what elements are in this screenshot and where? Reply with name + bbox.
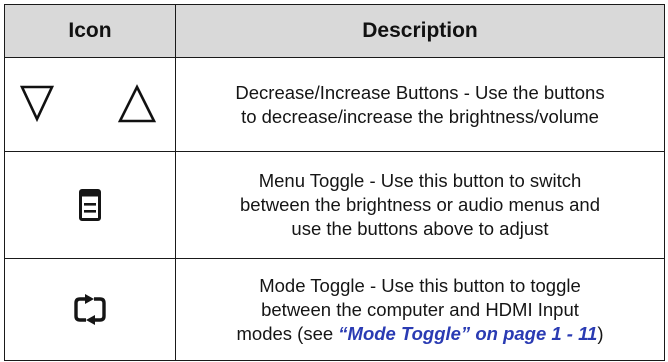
description-text: modes (see — [236, 322, 339, 344]
mode-toggle-page-link[interactable]: “Mode Toggle” on page 1 - 11 — [338, 323, 597, 344]
description-line: Menu Toggle - Use this button to switch — [258, 170, 582, 191]
table-row: Mode Toggle - Use this button to toggle … — [4, 258, 665, 361]
description-cell: Mode Toggle - Use this button to toggle … — [175, 258, 665, 361]
header-icon: Icon — [4, 4, 176, 58]
decrease-triangle-icon — [19, 83, 55, 123]
icon-cell — [4, 57, 176, 152]
icon-cell — [4, 151, 176, 259]
menu-toggle-icon — [79, 189, 101, 221]
description-line: Decrease/Increase Buttons - Use the butt… — [235, 81, 605, 103]
description-line-with-link: modes (see “Mode Toggle” on page 1 - 11) — [182, 322, 658, 346]
description-line: use the buttons above to adjust — [291, 218, 549, 239]
description-line: between the computer and HDMI Input — [261, 298, 579, 320]
description-line: to decrease/increase the brightness/volu… — [241, 105, 599, 127]
increase-triangle-icon — [117, 83, 157, 125]
table-row: Decrease/Increase Buttons - Use the butt… — [4, 57, 665, 152]
header-row: Icon Description — [4, 4, 665, 58]
description-text: ) — [597, 322, 604, 344]
icon-cell — [4, 258, 176, 361]
icon-description-table: Icon Description Decrease/Increase Butto… — [4, 4, 665, 361]
description-cell: Decrease/Increase Buttons - Use the butt… — [175, 57, 665, 152]
table-row: Menu Toggle - Use this button to switch … — [4, 151, 665, 259]
header-description: Description — [175, 4, 665, 58]
description-cell: Menu Toggle - Use this button to switch … — [175, 151, 665, 259]
description-line: Mode Toggle - Use this button to toggle — [259, 274, 581, 296]
description-line: between the brightness or audio menus an… — [240, 194, 600, 215]
mode-toggle-icon — [72, 293, 108, 326]
